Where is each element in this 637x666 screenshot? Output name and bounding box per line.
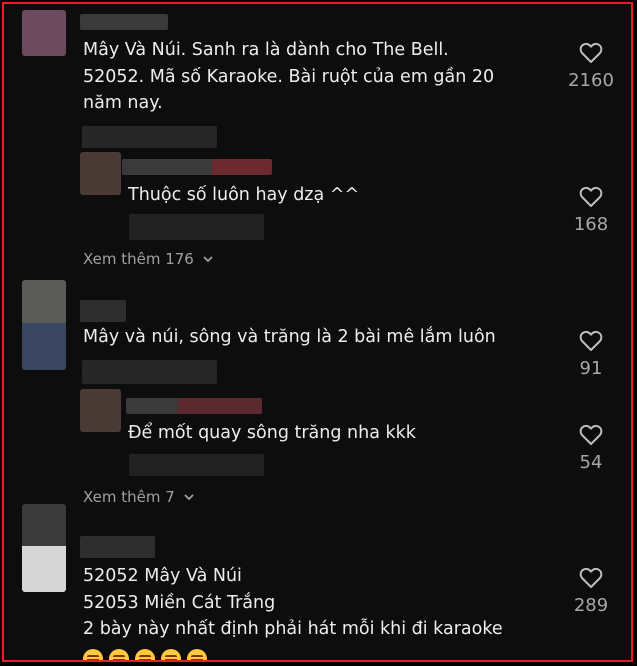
grinning-face-icon bbox=[83, 648, 103, 660]
like-button[interactable]: 2160 bbox=[556, 42, 626, 91]
heart-outline-icon bbox=[579, 330, 603, 351]
view-more-replies-button[interactable]: Xem thêm 7 bbox=[83, 488, 195, 506]
username-blurred[interactable] bbox=[80, 14, 168, 30]
like-count: 168 bbox=[573, 214, 609, 235]
reply-username-blurred[interactable] bbox=[126, 398, 262, 414]
reply-meta-blurred bbox=[129, 454, 264, 476]
like-count: 289 bbox=[573, 595, 609, 616]
meta-blurred bbox=[82, 360, 217, 384]
avatar[interactable] bbox=[22, 504, 66, 592]
username-blurred[interactable] bbox=[80, 536, 155, 558]
comment-text: Mây Và Núi. Sanh ra là dành cho The Bell… bbox=[83, 37, 494, 117]
reply-text: Thuộc số luôn hay dzạ ^^ bbox=[128, 185, 360, 205]
meta-blurred bbox=[82, 126, 217, 148]
reply-text: Để mốt quay sông trăng nha kkk bbox=[128, 423, 416, 443]
comment-line: 52053 Miền Cát Trắng bbox=[83, 592, 276, 613]
view-more-label: Xem thêm 176 bbox=[83, 250, 194, 268]
heart-outline-icon bbox=[579, 186, 603, 207]
like-count: 91 bbox=[579, 358, 603, 379]
comment-text: 52052 Mây Và Núi 52053 Miền Cát Trắng 2 … bbox=[83, 563, 503, 660]
view-more-replies-button[interactable]: Xem thêm 176 bbox=[83, 250, 214, 268]
comment-line: Mây và núi, sông và trăng là 2 bài mê lắ… bbox=[83, 327, 496, 347]
heart-outline-icon bbox=[579, 42, 603, 63]
username-blurred[interactable] bbox=[80, 300, 126, 322]
heart-outline-icon bbox=[579, 424, 603, 445]
grinning-face-icon bbox=[187, 648, 207, 660]
heart-outline-icon bbox=[579, 567, 603, 588]
comment-line: năm nay. bbox=[83, 93, 163, 113]
grinning-face-icon bbox=[161, 648, 181, 660]
comment-text: Mây và núi, sông và trăng là 2 bài mê lắ… bbox=[83, 324, 496, 351]
reply-avatar[interactable] bbox=[80, 152, 121, 195]
chevron-down-icon bbox=[184, 494, 194, 501]
grinning-face-icon bbox=[109, 648, 129, 660]
comment-line: 2 bày này nhất định phải hát mỗi khi đi … bbox=[83, 619, 503, 639]
like-button[interactable]: 91 bbox=[556, 330, 626, 379]
reply-meta-blurred bbox=[129, 214, 264, 240]
comments-panel: Mây Và Núi. Sanh ra là dành cho The Bell… bbox=[2, 2, 633, 662]
comment-line: 52052 Mây Và Núi bbox=[83, 566, 242, 586]
view-more-label: Xem thêm 7 bbox=[83, 488, 175, 506]
avatar[interactable] bbox=[22, 10, 66, 56]
reply-username-blurred[interactable] bbox=[122, 159, 272, 175]
grinning-face-icon bbox=[135, 648, 155, 660]
chevron-down-icon bbox=[203, 256, 213, 263]
like-button[interactable]: 54 bbox=[556, 424, 626, 473]
like-count: 54 bbox=[579, 452, 603, 473]
reply-avatar[interactable] bbox=[80, 389, 121, 432]
emoji-row bbox=[83, 643, 503, 660]
comment-line: 52052. Mã số Karaoke. Bài ruột của em gầ… bbox=[83, 66, 495, 87]
avatar[interactable] bbox=[22, 280, 66, 370]
like-button[interactable]: 289 bbox=[556, 567, 626, 616]
comment-line: Mây Và Núi. Sanh ra là dành cho The Bell… bbox=[83, 40, 449, 60]
like-button[interactable]: 168 bbox=[556, 186, 626, 235]
like-count: 2160 bbox=[568, 70, 614, 91]
